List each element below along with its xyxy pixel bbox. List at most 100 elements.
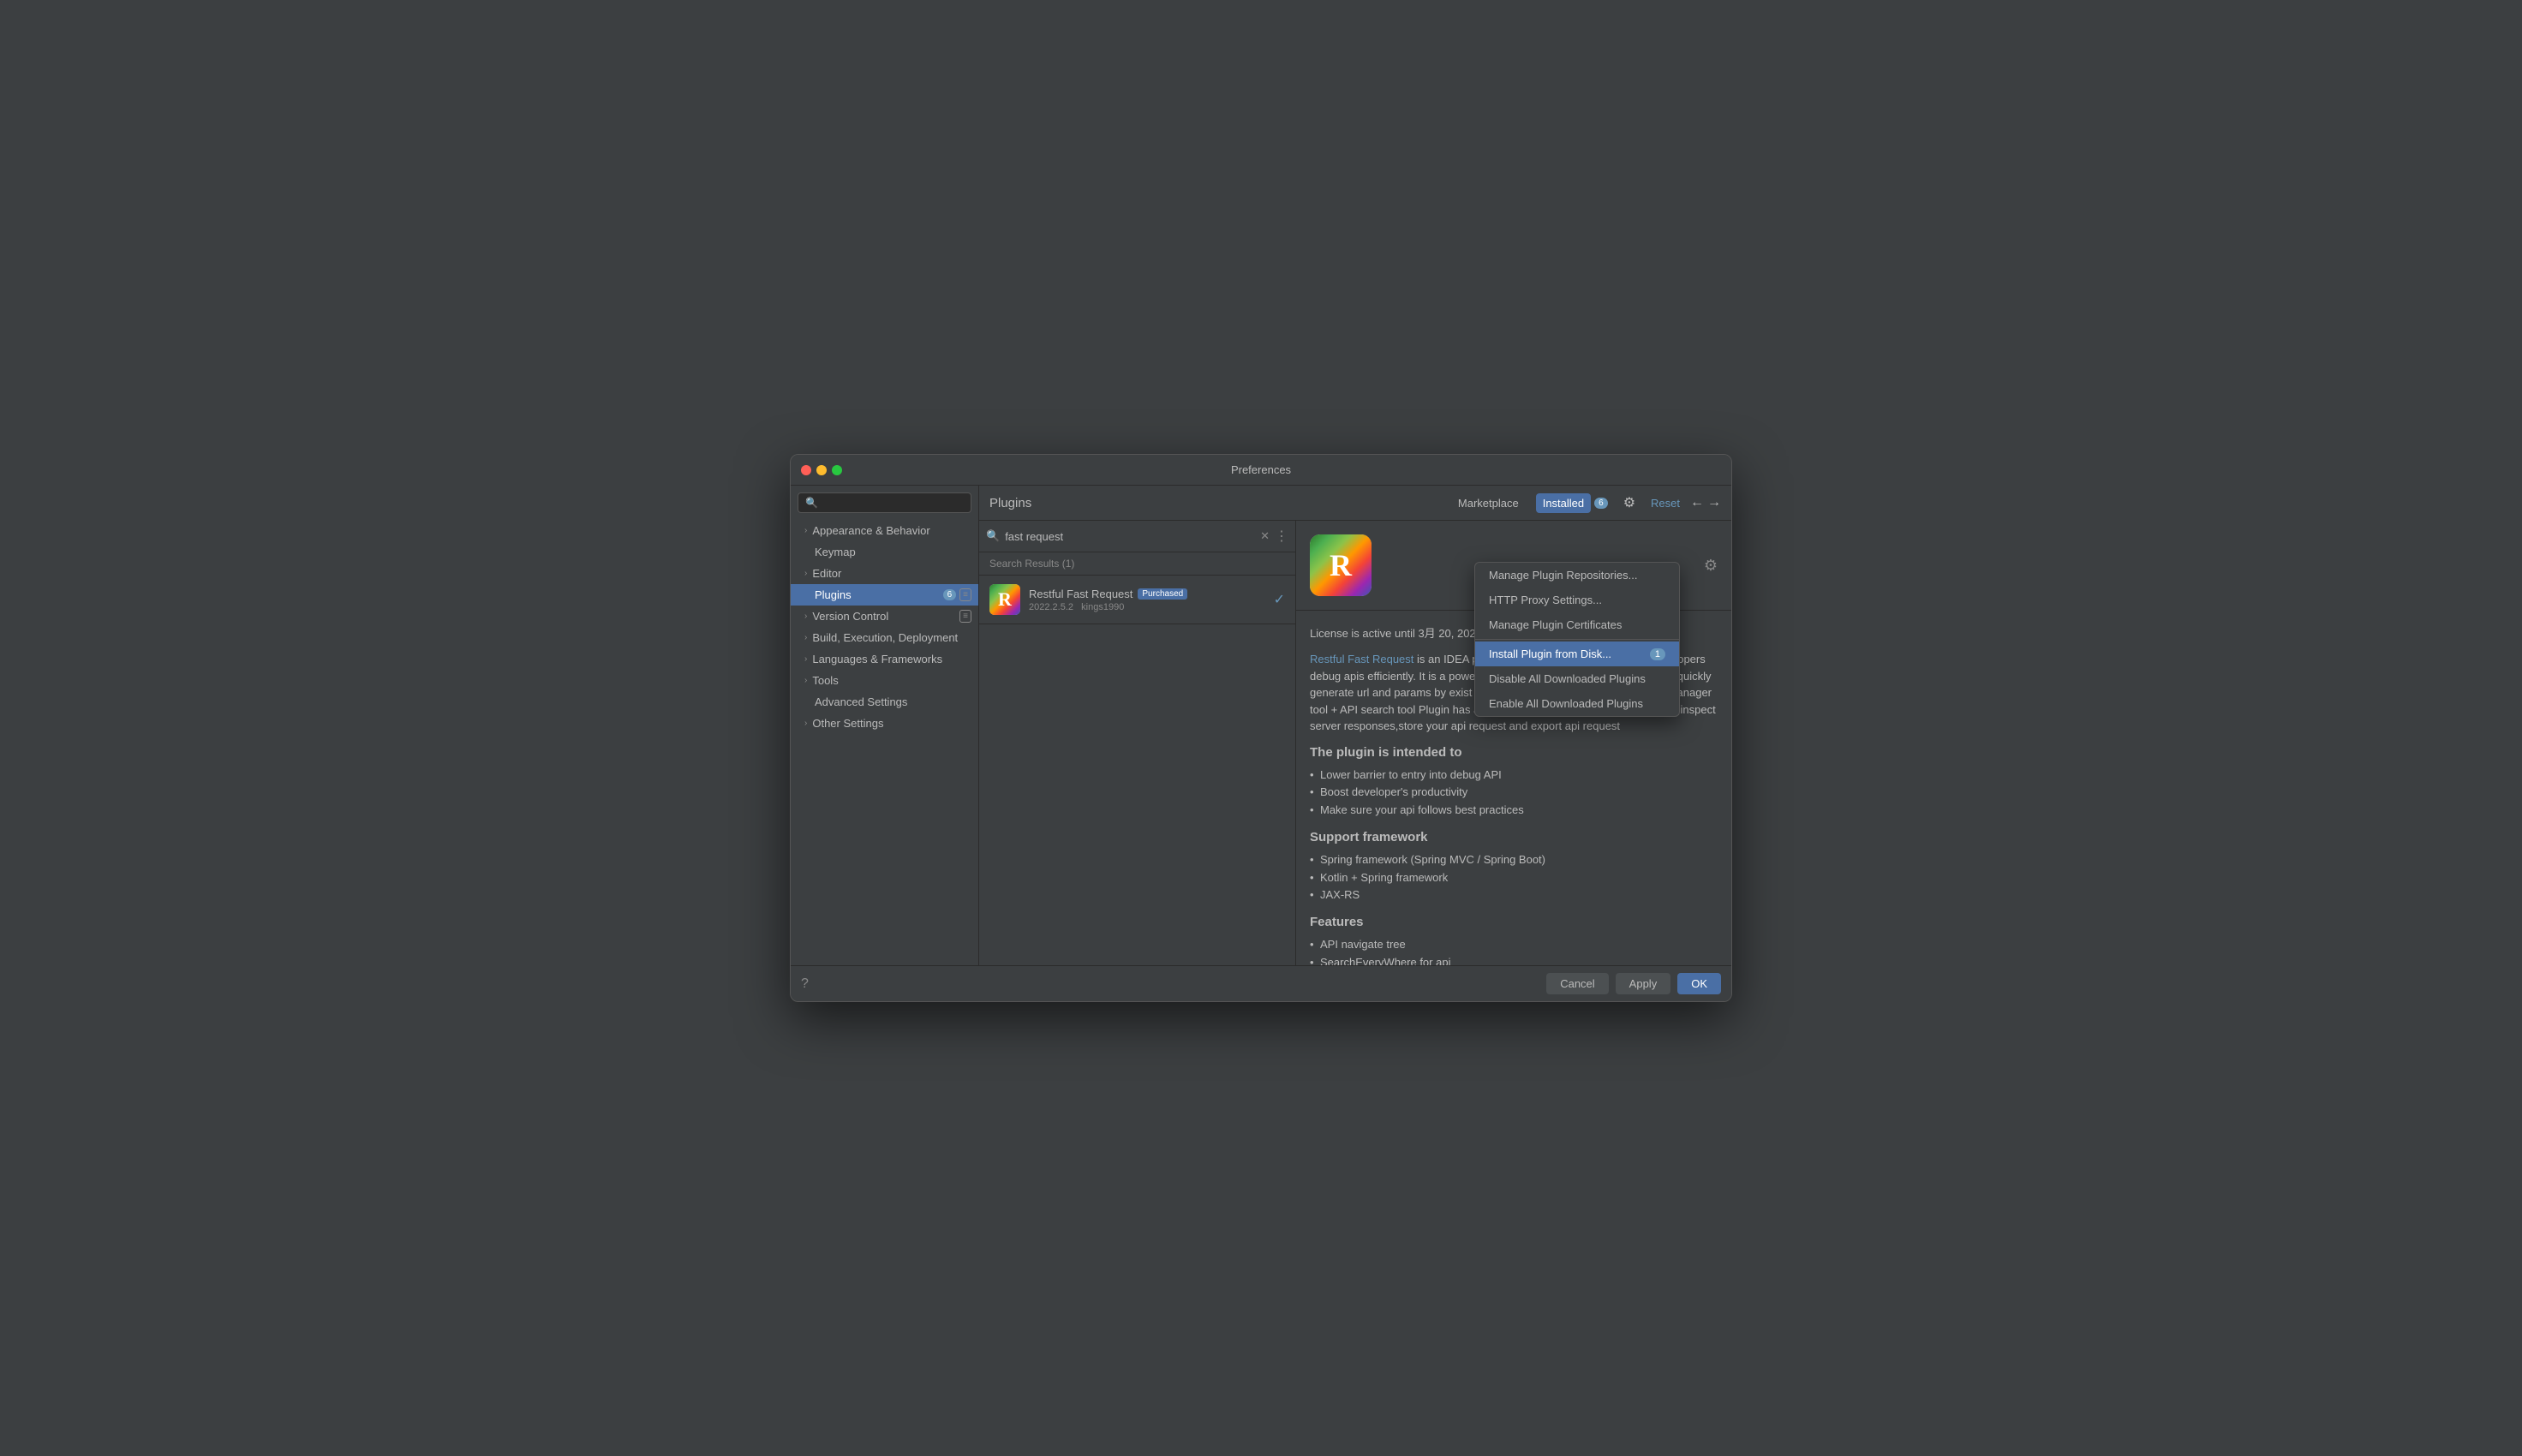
plugins-title: Plugins bbox=[989, 496, 1031, 510]
right-panel: Plugins Marketplace Installed 6 ⚙ Reset … bbox=[979, 486, 1731, 965]
list-item: JAX-RS bbox=[1310, 886, 1718, 904]
sidebar-item-label: Tools bbox=[812, 674, 838, 687]
section3-list: API navigate tree SearchEveryWhere for a… bbox=[1310, 936, 1718, 965]
gear-icon-button[interactable]: ⚙ bbox=[1618, 492, 1640, 513]
sidebar: › Appearance & Behavior Keymap › Editor … bbox=[791, 486, 979, 965]
sidebar-item-version-control[interactable]: › Version Control ≡ bbox=[791, 606, 978, 627]
plugin-search-input[interactable] bbox=[1005, 530, 1255, 543]
sidebar-item-keymap[interactable]: Keymap bbox=[791, 541, 978, 563]
install-disk-badge: 1 bbox=[1650, 648, 1665, 660]
dropdown-item-manage-repos[interactable]: Manage Plugin Repositories... bbox=[1475, 563, 1679, 588]
chevron-right-icon: › bbox=[804, 654, 807, 664]
chevron-right-icon: › bbox=[804, 569, 807, 578]
dropdown-item-label: Manage Plugin Repositories... bbox=[1489, 569, 1637, 582]
vc-badge-container: ≡ bbox=[959, 610, 971, 623]
dropdown-item-http-proxy[interactable]: HTTP Proxy Settings... bbox=[1475, 588, 1679, 612]
plugin-icon: R bbox=[989, 584, 1020, 615]
search-more-icon[interactable]: ⋮ bbox=[1275, 528, 1288, 545]
chevron-right-icon: › bbox=[804, 719, 807, 728]
plugin-detail: R ⚙ License is active until 3月 20, 2024.… bbox=[1296, 521, 1731, 965]
sidebar-item-build[interactable]: › Build, Execution, Deployment bbox=[791, 627, 978, 648]
close-button[interactable] bbox=[801, 465, 811, 475]
chevron-right-icon: › bbox=[804, 676, 807, 685]
dropdown-item-label: Install Plugin from Disk... bbox=[1489, 647, 1611, 660]
apply-button[interactable]: Apply bbox=[1616, 973, 1671, 994]
list-item: API navigate tree bbox=[1310, 936, 1718, 954]
dropdown-divider bbox=[1475, 639, 1679, 640]
dropdown-item-install-disk[interactable]: Install Plugin from Disk... 1 bbox=[1475, 641, 1679, 666]
tab-marketplace[interactable]: Marketplace bbox=[1451, 493, 1526, 513]
section1-heading: The plugin is intended to bbox=[1310, 745, 1718, 760]
sidebar-item-label: Editor bbox=[812, 567, 841, 580]
plugins-body: 🔍 ✕ ⋮ Search Results (1) R Restful Fast … bbox=[979, 521, 1731, 965]
tab-installed[interactable]: Installed bbox=[1536, 493, 1591, 513]
chevron-right-icon: › bbox=[804, 526, 807, 535]
dropdown-item-manage-certs[interactable]: Manage Plugin Certificates bbox=[1475, 612, 1679, 637]
dropdown-item-label: HTTP Proxy Settings... bbox=[1489, 594, 1602, 606]
sidebar-item-editor[interactable]: › Editor bbox=[791, 563, 978, 584]
dropdown-item-enable-all[interactable]: Enable All Downloaded Plugins bbox=[1475, 691, 1679, 716]
cancel-button[interactable]: Cancel bbox=[1546, 973, 1608, 994]
title-bar: Preferences bbox=[791, 455, 1731, 486]
vc-badge: ≡ bbox=[959, 610, 971, 623]
sidebar-item-tools[interactable]: › Tools bbox=[791, 670, 978, 691]
section2-heading: Support framework bbox=[1310, 830, 1718, 844]
section1-list: Lower barrier to entry into debug API Bo… bbox=[1310, 767, 1718, 820]
tab-installed-container: Installed 6 bbox=[1536, 493, 1608, 513]
list-item: SearchEveryWhere for api bbox=[1310, 954, 1718, 965]
sidebar-item-languages[interactable]: › Languages & Frameworks bbox=[791, 648, 978, 670]
back-arrow-button[interactable]: ← bbox=[1690, 495, 1704, 510]
sidebar-item-label: Appearance & Behavior bbox=[812, 524, 929, 537]
sidebar-item-label: Advanced Settings bbox=[815, 695, 907, 708]
sidebar-item-advanced[interactable]: Advanced Settings bbox=[791, 691, 978, 713]
sidebar-item-label: Other Settings bbox=[812, 717, 883, 730]
footer-buttons: Cancel Apply OK bbox=[1546, 973, 1721, 994]
sidebar-item-label: Build, Execution, Deployment bbox=[812, 631, 958, 644]
sidebar-search-container bbox=[791, 486, 978, 520]
plugin-enabled-check[interactable]: ✓ bbox=[1274, 591, 1285, 608]
dropdown-item-label: Manage Plugin Certificates bbox=[1489, 618, 1622, 631]
sidebar-item-other[interactable]: › Other Settings bbox=[791, 713, 978, 734]
minimize-button[interactable] bbox=[816, 465, 827, 475]
plugin-list-panel: 🔍 ✕ ⋮ Search Results (1) R Restful Fast … bbox=[979, 521, 1296, 965]
detail-gear-icon[interactable]: ⚙ bbox=[1704, 557, 1718, 575]
search-results-label: Search Results (1) bbox=[979, 552, 1295, 576]
plugin-author: kings1990 bbox=[1081, 602, 1124, 612]
plugin-name-row: Restful Fast Request Purchased bbox=[1029, 588, 1265, 600]
plugin-link[interactable]: Restful Fast Request bbox=[1310, 653, 1413, 665]
list-item: Boost developer's productivity bbox=[1310, 784, 1718, 802]
plugin-list-item[interactable]: R Restful Fast Request Purchased 2022.2.… bbox=[979, 576, 1295, 624]
chevron-right-icon: › bbox=[804, 612, 807, 621]
sidebar-item-appearance[interactable]: › Appearance & Behavior bbox=[791, 520, 978, 541]
section2-list: Spring framework (Spring MVC / Spring Bo… bbox=[1310, 851, 1718, 904]
main-content: › Appearance & Behavior Keymap › Editor … bbox=[791, 486, 1731, 965]
list-item: Make sure your api follows best practice… bbox=[1310, 802, 1718, 820]
window-controls bbox=[801, 465, 842, 475]
dropdown-item-disable-all[interactable]: Disable All Downloaded Plugins bbox=[1475, 666, 1679, 691]
detail-logo: R bbox=[1310, 534, 1372, 596]
search-clear-icon[interactable]: ✕ bbox=[1260, 529, 1270, 543]
plugins-count-badge: 6 bbox=[943, 589, 957, 600]
plugins-diff-badge: ≡ bbox=[959, 588, 971, 601]
footer: ? Cancel Apply OK bbox=[791, 965, 1731, 1001]
sidebar-item-label: Keymap bbox=[815, 546, 856, 558]
sidebar-item-plugins[interactable]: Plugins 6 ≡ bbox=[791, 584, 978, 606]
purchased-badge: Purchased bbox=[1138, 588, 1187, 600]
section3-heading: Features bbox=[1310, 915, 1718, 929]
sidebar-item-label: Version Control bbox=[812, 610, 888, 623]
help-icon[interactable]: ? bbox=[801, 976, 809, 992]
maximize-button[interactable] bbox=[832, 465, 842, 475]
sidebar-search-input[interactable] bbox=[798, 492, 971, 513]
sidebar-item-label: Languages & Frameworks bbox=[812, 653, 942, 665]
reset-button[interactable]: Reset bbox=[1651, 497, 1680, 510]
search-bar: 🔍 ✕ ⋮ bbox=[979, 521, 1295, 552]
preferences-window: Preferences › Appearance & Behavior Keym… bbox=[790, 454, 1732, 1002]
nav-arrows: ← → bbox=[1690, 495, 1721, 510]
plugin-info: Restful Fast Request Purchased 2022.2.5.… bbox=[1029, 588, 1265, 612]
dropdown-item-label: Disable All Downloaded Plugins bbox=[1489, 672, 1646, 685]
forward-arrow-button[interactable]: → bbox=[1707, 495, 1721, 510]
plugin-meta: 2022.2.5.2 kings1990 bbox=[1029, 602, 1265, 612]
ok-button[interactable]: OK bbox=[1677, 973, 1721, 994]
detail-plugin-icon: R bbox=[1310, 534, 1372, 596]
list-item: Kotlin + Spring framework bbox=[1310, 869, 1718, 887]
